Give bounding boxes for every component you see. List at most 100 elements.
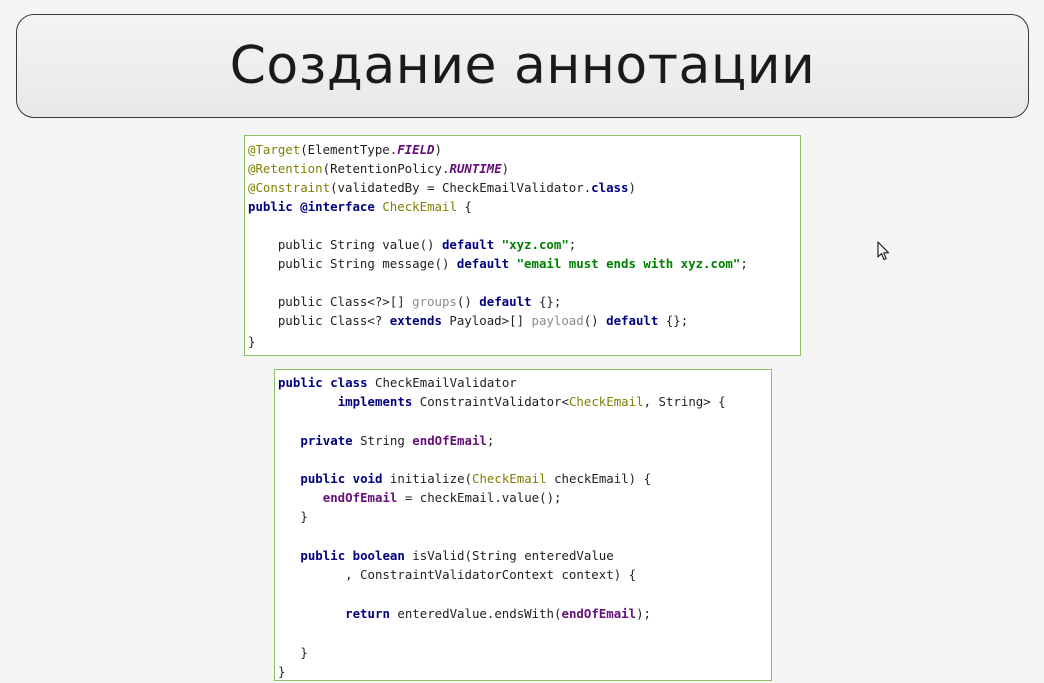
code-token: {}; — [658, 313, 689, 328]
slide-title-box: Создание аннотации — [16, 14, 1029, 118]
code-token: CheckEmail — [472, 471, 547, 486]
code-token: (RetentionPolicy. — [322, 161, 450, 176]
code-token: CheckEmail — [382, 199, 457, 214]
code-token: @Target — [248, 142, 301, 157]
code-line: public @interface CheckEmail { — [248, 197, 472, 216]
code-line: public class CheckEmailValidator — [278, 373, 517, 392]
code-token: "email must ends with xyz.com" — [516, 256, 741, 271]
code-line: public void initialize(CheckEmail checkE… — [278, 469, 651, 488]
code-token: boolean — [352, 548, 405, 563]
code-token: ) — [434, 142, 442, 157]
code-token: payload — [531, 313, 584, 328]
code-token: ; — [740, 256, 748, 271]
code-token: ; — [486, 433, 495, 448]
code-token: checkEmail) { — [546, 471, 652, 486]
code-token: endOfEmail — [412, 433, 487, 448]
code-line: public Class<? extends Payload>[] payloa… — [248, 311, 688, 330]
code-token: default — [606, 313, 659, 328]
validator-code-block: public class CheckEmailValidator impleme… — [274, 369, 772, 681]
code-token: = checkEmail.value(); — [397, 490, 562, 505]
code-token: public — [278, 375, 323, 390]
slide-title: Создание аннотации — [229, 36, 816, 96]
mouse-cursor-icon — [877, 241, 890, 261]
code-token: } — [278, 664, 286, 679]
code-token: {}; — [531, 294, 562, 309]
code-token: ConstraintValidator< — [412, 394, 569, 409]
code-line: @Constraint(validatedBy = CheckEmailVali… — [248, 178, 636, 197]
code-token: @Constraint — [248, 180, 331, 195]
code-token: public Class<?>[] — [248, 294, 413, 309]
code-token: default — [479, 294, 532, 309]
code-line: @Target(ElementType.FIELD) — [248, 140, 442, 159]
code-line: } — [278, 507, 308, 526]
code-token: class — [330, 375, 368, 390]
code-token: , String> { — [643, 394, 726, 409]
code-token: RUNTIME — [449, 161, 502, 176]
code-line: public String message() default "email m… — [248, 254, 748, 273]
code-token: } — [278, 645, 308, 660]
code-token: endOfEmail — [322, 490, 398, 505]
code-token: CheckEmail — [568, 394, 644, 409]
annotation-code-block: @Target(ElementType.FIELD) @Retention(Re… — [244, 135, 801, 356]
code-line: implements ConstraintValidator<CheckEmai… — [278, 392, 726, 411]
code-token: default — [456, 256, 510, 271]
code-token: private — [300, 433, 353, 448]
code-token: default — [441, 237, 495, 252]
code-line: @Retention(RetentionPolicy.RUNTIME) — [248, 159, 509, 178]
code-token: FIELD — [397, 142, 435, 157]
code-token: @interface — [300, 199, 375, 214]
code-line: public boolean isValid(String enteredVal… — [278, 546, 614, 565]
code-token: } — [278, 509, 308, 524]
code-line: private String endOfEmail; — [278, 431, 494, 450]
code-token: public String value() — [248, 237, 442, 252]
code-token: ; — [568, 237, 577, 252]
code-token: Payload>[] — [441, 313, 532, 328]
code-token: class — [591, 180, 629, 195]
code-token: public — [300, 548, 346, 563]
code-token: void — [352, 471, 383, 486]
code-token: extends — [389, 313, 442, 328]
code-token: @Retention — [248, 161, 323, 176]
code-line: public String value() default "xyz.com"; — [248, 235, 576, 254]
code-line: } — [278, 662, 286, 680]
code-token: , ConstraintValidatorContext context) { — [278, 567, 637, 582]
code-token: enteredValue.endsWith( — [389, 606, 562, 621]
code-token: ) — [501, 161, 510, 176]
code-token: } — [248, 334, 256, 349]
code-line: public Class<?>[] groups() default {}; — [248, 292, 562, 311]
code-token: public String message() — [248, 256, 457, 271]
code-token: (validatedBy = CheckEmailValidator. — [330, 180, 592, 195]
code-line: return enteredValue.endsWith(endOfEmail)… — [278, 604, 651, 623]
code-token: "xyz.com" — [501, 237, 569, 252]
code-token: implements — [337, 394, 413, 409]
code-token: CheckEmailValidator — [367, 375, 517, 390]
code-token: ); — [636, 606, 652, 621]
code-token: ) — [628, 180, 636, 195]
code-line: endOfEmail = checkEmail.value(); — [278, 488, 562, 507]
code-token: initialize( — [382, 471, 472, 486]
code-token: endOfEmail — [561, 606, 637, 621]
code-line: } — [248, 332, 255, 351]
code-token: isValid(String enteredValue — [404, 548, 614, 563]
code-token: public Class<? — [248, 313, 390, 328]
code-token: { — [456, 199, 472, 214]
code-token: () — [583, 313, 607, 328]
code-token: String — [352, 433, 413, 448]
code-token: () — [456, 294, 480, 309]
code-token: groups — [412, 294, 457, 309]
code-token: (ElementType. — [300, 142, 398, 157]
code-token: public — [300, 471, 346, 486]
code-line: , ConstraintValidatorContext context) { — [278, 565, 636, 584]
code-line: } — [278, 643, 308, 662]
code-token: public — [248, 199, 293, 214]
